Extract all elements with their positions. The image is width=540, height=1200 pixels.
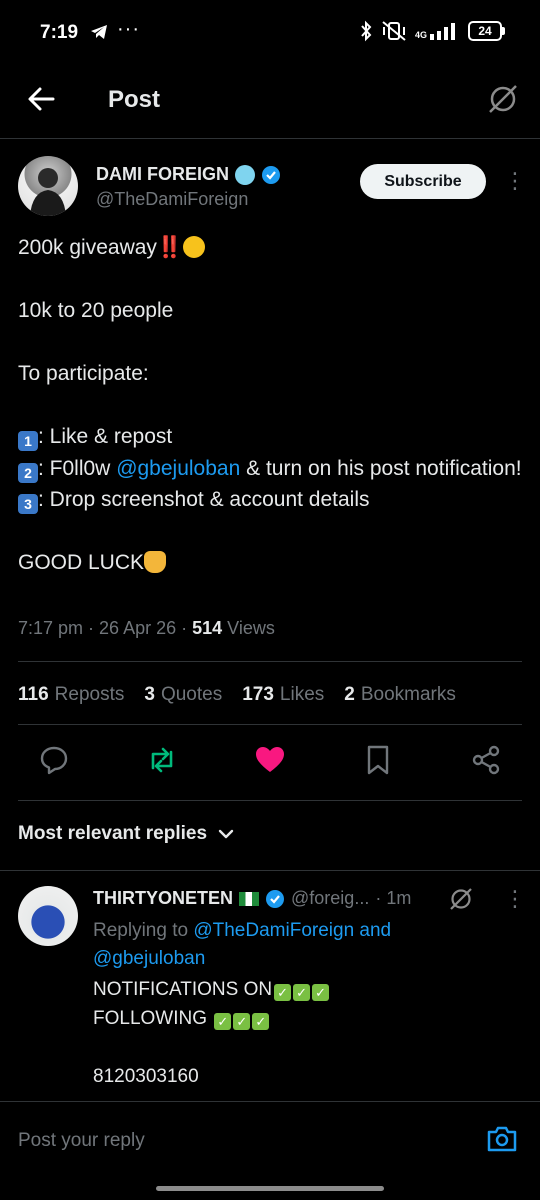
reposts-label: Reposts bbox=[54, 684, 125, 705]
network-indicator: 4G bbox=[415, 22, 460, 40]
mute-vibrate-icon bbox=[382, 21, 406, 41]
cold-face-emoji bbox=[235, 164, 255, 185]
keycap-one-emoji: 1 bbox=[18, 431, 38, 451]
reply-text: NOTIFICATIONS ON ✓ ✓ ✓ FOLLOWING ✓ ✓ ✓ 812030… bbox=[93, 975, 330, 1091]
more-options-icon[interactable]: ⋮ bbox=[504, 886, 526, 912]
status-right: 4G 24 bbox=[359, 20, 505, 42]
divider bbox=[0, 870, 540, 871]
money-mouth-emoji bbox=[183, 236, 206, 258]
post-meta: 7:17 pm · 26 Apr 26 · 514 Views bbox=[18, 618, 275, 638]
repost-icon[interactable] bbox=[146, 744, 178, 781]
top-bar: Post bbox=[0, 66, 540, 139]
chevron-down-icon bbox=[218, 829, 234, 839]
battery-icon: 24 bbox=[468, 21, 505, 41]
likes-count: 173 bbox=[242, 684, 274, 705]
more-options-icon[interactable]: ⋮ bbox=[504, 168, 526, 194]
keycap-two-emoji: 2 bbox=[18, 462, 38, 483]
mention-link[interactable]: @gbejuloban bbox=[116, 457, 240, 480]
divider bbox=[18, 724, 522, 725]
replies-sort-dropdown[interactable]: Most relevant replies bbox=[18, 823, 235, 845]
share-icon[interactable] bbox=[470, 744, 502, 781]
reply-time: · 1m bbox=[375, 888, 412, 908]
network-type: 4G bbox=[414, 30, 427, 40]
author-avatar[interactable] bbox=[18, 156, 78, 216]
arrow-left-icon[interactable] bbox=[26, 84, 56, 119]
views-label: Views bbox=[227, 618, 275, 638]
views-count: 514 bbox=[192, 618, 223, 638]
engagement-stats: 116 Reposts 3 Quotes 173 Likes 2 Bookmarks bbox=[18, 684, 456, 706]
check-mark-emoji: ✓ bbox=[233, 1013, 251, 1030]
check-mark-emoji: ✓ bbox=[312, 984, 330, 1001]
bookmarks-label: Bookmarks bbox=[360, 684, 456, 705]
mention-link[interactable]: @gbejuloban bbox=[93, 948, 205, 969]
bookmarks-stat[interactable]: 2 Bookmarks bbox=[344, 684, 456, 706]
signal-icon bbox=[430, 23, 455, 40]
replying-prefix: Replying to bbox=[93, 920, 194, 941]
post-line3: To participate: bbox=[18, 362, 149, 385]
nigeria-flag-emoji bbox=[239, 891, 260, 906]
post-line1: 200k giveaway bbox=[18, 236, 157, 259]
post-closing: GOOD LUCK bbox=[18, 551, 145, 574]
bluetooth-icon bbox=[361, 20, 372, 42]
likes-label: Likes bbox=[279, 684, 325, 705]
reply-line2: FOLLOWING bbox=[93, 1008, 213, 1029]
check-mark-emoji: ✓ bbox=[252, 1013, 270, 1030]
subscribe-button[interactable]: Subscribe bbox=[360, 164, 486, 199]
status-time: 7:19 bbox=[40, 22, 79, 43]
more-notifications-icon: ··· bbox=[117, 18, 140, 40]
replies-sort-label: Most relevant replies bbox=[18, 823, 208, 844]
post-step1: : Like & repost bbox=[38, 425, 173, 448]
crossed-fingers-emoji bbox=[144, 551, 167, 573]
reply-icon[interactable] bbox=[38, 744, 70, 781]
reply-author-row[interactable]: THIRTYONETEN @foreig... · 1m bbox=[93, 888, 411, 909]
check-mark-emoji: ✓ bbox=[293, 984, 311, 1001]
author-name-row[interactable]: DAMI FOREIGN bbox=[96, 164, 281, 185]
mention-link[interactable]: @TheDamiForeign bbox=[193, 920, 354, 941]
post-date: 26 Apr 26 bbox=[99, 618, 177, 638]
bookmark-icon[interactable] bbox=[362, 744, 394, 781]
double-exclamation-emoji: ‼️ bbox=[156, 236, 184, 259]
replying-to: Replying to @TheDamiForeign and @gbejulob… bbox=[93, 917, 513, 973]
reply-composer[interactable]: Post your reply bbox=[0, 1101, 540, 1182]
likes-stat[interactable]: 173 Likes bbox=[242, 684, 324, 706]
author-handle[interactable]: @TheDamiForeign bbox=[96, 189, 248, 210]
grok-icon[interactable] bbox=[448, 886, 474, 917]
status-bar: 7:19 ··· 4G 24 bbox=[0, 0, 540, 66]
action-bar bbox=[0, 744, 540, 788]
post-text: 200k giveaway‼️ 10k to 20 people To part… bbox=[18, 232, 523, 579]
divider bbox=[18, 661, 522, 662]
post-line2: 10k to 20 people bbox=[18, 299, 174, 322]
bookmarks-count: 2 bbox=[344, 684, 355, 705]
reply-input[interactable]: Post your reply bbox=[18, 1130, 145, 1152]
reply-author-name: THIRTYONETEN bbox=[93, 888, 234, 908]
check-mark-emoji: ✓ bbox=[214, 1013, 232, 1030]
telegram-icon bbox=[90, 24, 108, 45]
reposts-stat[interactable]: 116 Reposts bbox=[18, 684, 124, 706]
page-title: Post bbox=[108, 86, 161, 113]
home-indicator[interactable] bbox=[156, 1186, 384, 1191]
check-mark-emoji: ✓ bbox=[274, 984, 292, 1001]
verified-badge-icon bbox=[262, 165, 280, 184]
camera-icon[interactable] bbox=[486, 1124, 518, 1159]
quotes-label: Quotes bbox=[160, 684, 223, 705]
reply-author-handle: @foreig... bbox=[291, 888, 370, 908]
divider bbox=[18, 800, 522, 801]
reply-line3: 8120303160 bbox=[93, 1066, 199, 1087]
reposts-count: 116 bbox=[18, 684, 49, 705]
replying-and: and bbox=[354, 920, 392, 941]
author-name: DAMI FOREIGN bbox=[96, 164, 229, 184]
reply-line1: NOTIFICATIONS ON bbox=[93, 979, 273, 1000]
keycap-three-emoji: 3 bbox=[18, 494, 38, 514]
grok-icon[interactable] bbox=[486, 82, 520, 121]
reply-avatar[interactable] bbox=[18, 886, 78, 946]
post-step2-prefix: : F0ll0w bbox=[38, 456, 117, 480]
post-step3: : Drop screenshot & account details bbox=[38, 488, 370, 511]
post-time: 7:17 pm bbox=[18, 618, 84, 638]
quotes-count: 3 bbox=[144, 684, 155, 705]
like-icon[interactable] bbox=[254, 744, 286, 781]
quotes-stat[interactable]: 3 Quotes bbox=[144, 684, 222, 706]
verified-badge-icon bbox=[266, 889, 285, 908]
post-step2-suffix: & turn on his post notification! bbox=[240, 456, 522, 480]
